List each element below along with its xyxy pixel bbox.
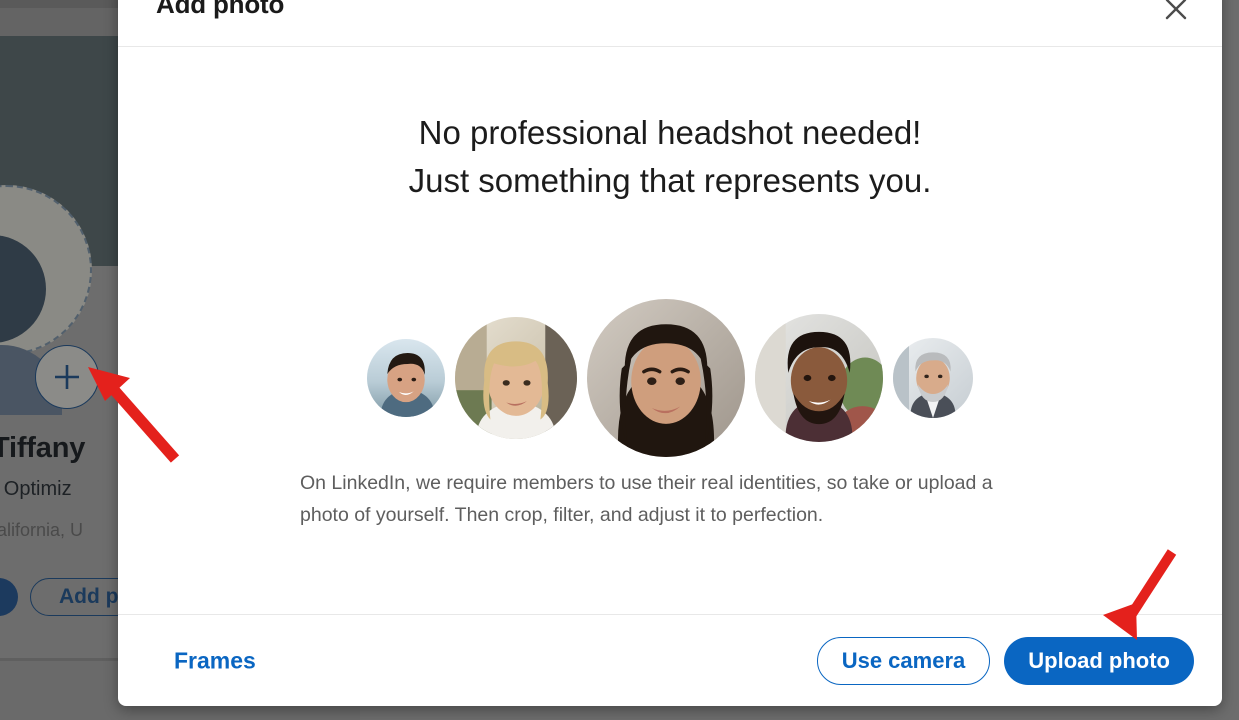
sample-avatars-row: [118, 299, 1222, 457]
close-icon: [1161, 0, 1191, 27]
dialog-headline: No professional headshot needed! Just so…: [118, 109, 1222, 205]
avatar-sample-2: [455, 317, 577, 439]
headline-line-2: Just something that represents you.: [408, 162, 932, 199]
add-photo-dialog: Add photo No professional headshot neede…: [118, 0, 1222, 706]
profile-headline: ne Optimiz: [0, 478, 72, 500]
dialog-body: No professional headshot needed! Just so…: [118, 47, 1222, 614]
avatar-sample-4: [755, 314, 883, 442]
dialog-header: Add photo: [118, 0, 1222, 47]
upload-photo-button[interactable]: Upload photo: [1004, 636, 1194, 685]
screen: Tiffany ne Optimiz California, U Add p A…: [0, 0, 1239, 720]
avatar-sample-3: [587, 299, 745, 457]
close-dialog-button[interactable]: [1154, 0, 1198, 32]
add-photo-plus-button[interactable]: [35, 345, 99, 409]
frames-button[interactable]: Frames: [166, 641, 264, 680]
dialog-body-text: On LinkedIn, we require members to use t…: [300, 472, 993, 526]
profile-location: California, U: [0, 520, 84, 540]
avatar-sample-1: [367, 339, 445, 417]
dialog-title: Add photo: [156, 0, 285, 19]
headline-line-1: No professional headshot needed!: [418, 114, 922, 151]
use-camera-button[interactable]: Use camera: [816, 636, 991, 685]
profile-name: Tiffany: [0, 432, 86, 464]
dialog-footer: Frames Use camera Upload photo: [118, 614, 1222, 706]
plus-icon: [50, 360, 84, 394]
footer-action-group: Use camera Upload photo: [816, 636, 1194, 685]
avatar-sample-5: [893, 338, 973, 418]
